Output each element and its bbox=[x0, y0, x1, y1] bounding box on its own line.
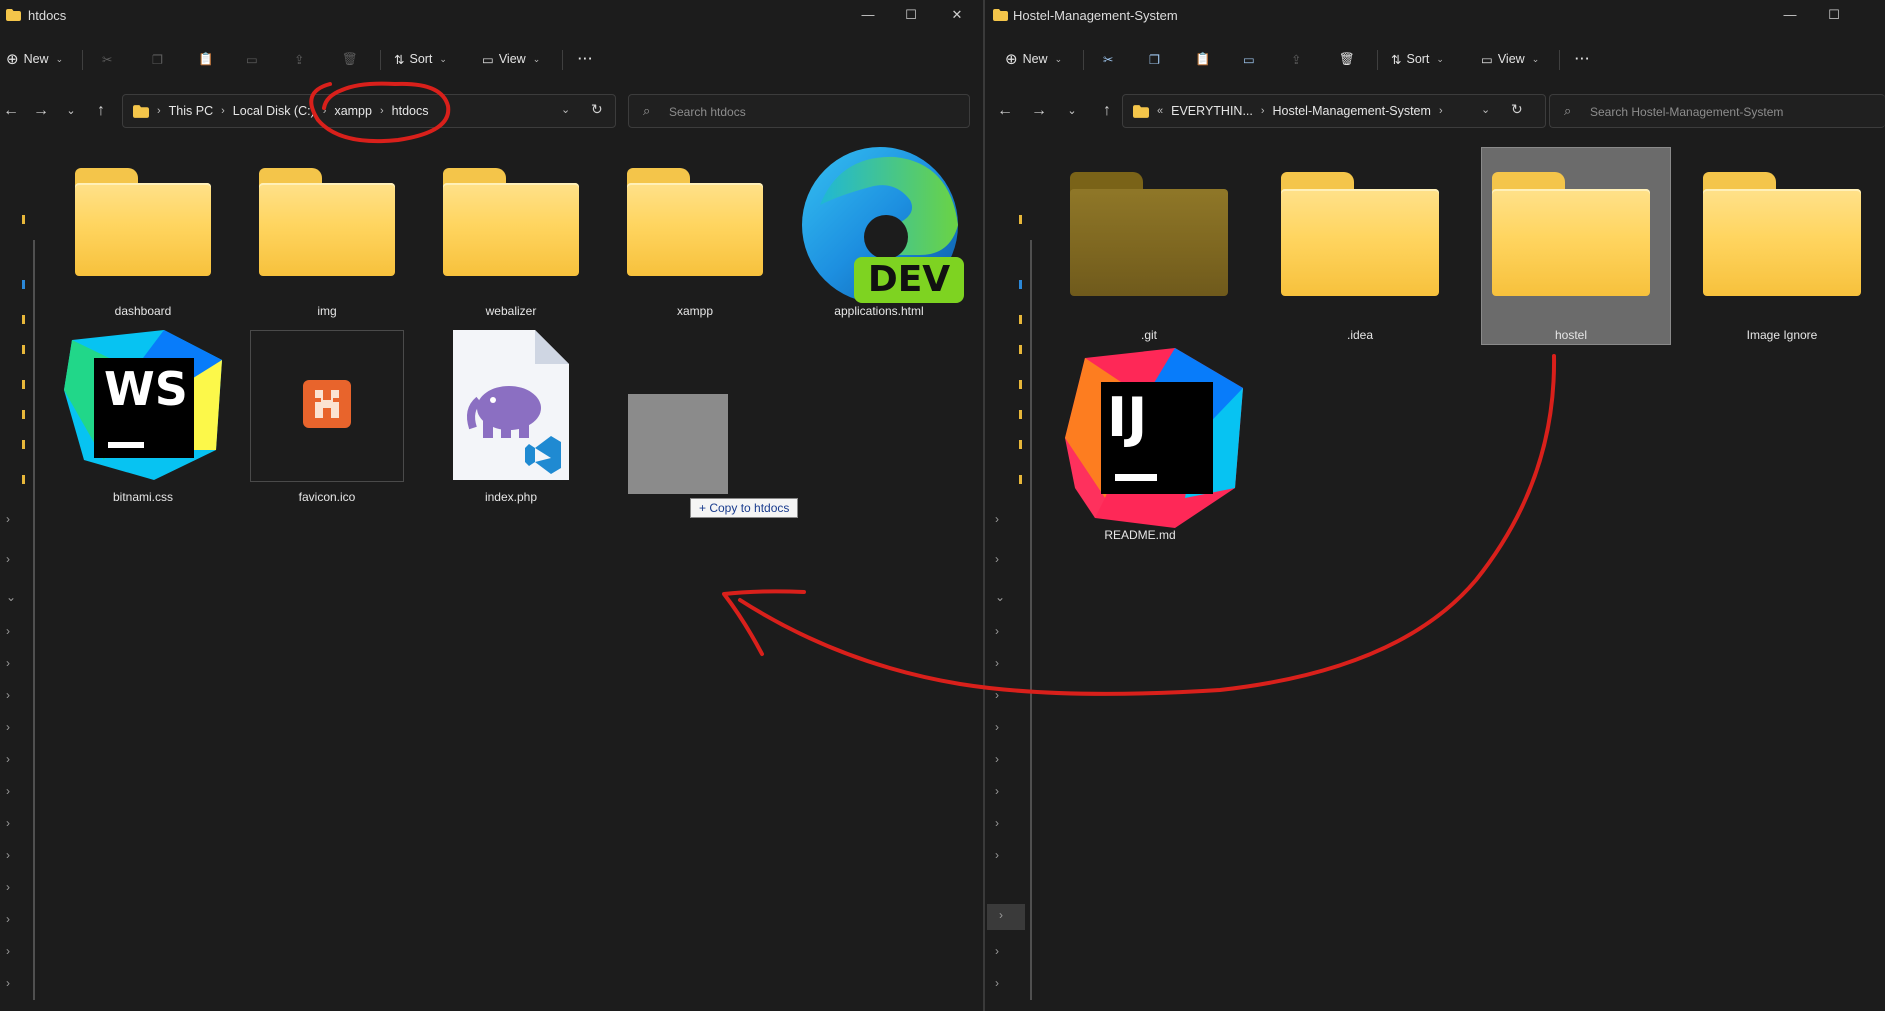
annotation-circle-htdocs bbox=[309, 81, 451, 144]
annotation-arrow-curve bbox=[738, 354, 1557, 696]
annotation-arrow-head bbox=[722, 589, 806, 656]
annotation-overlay bbox=[309, 81, 1557, 696]
